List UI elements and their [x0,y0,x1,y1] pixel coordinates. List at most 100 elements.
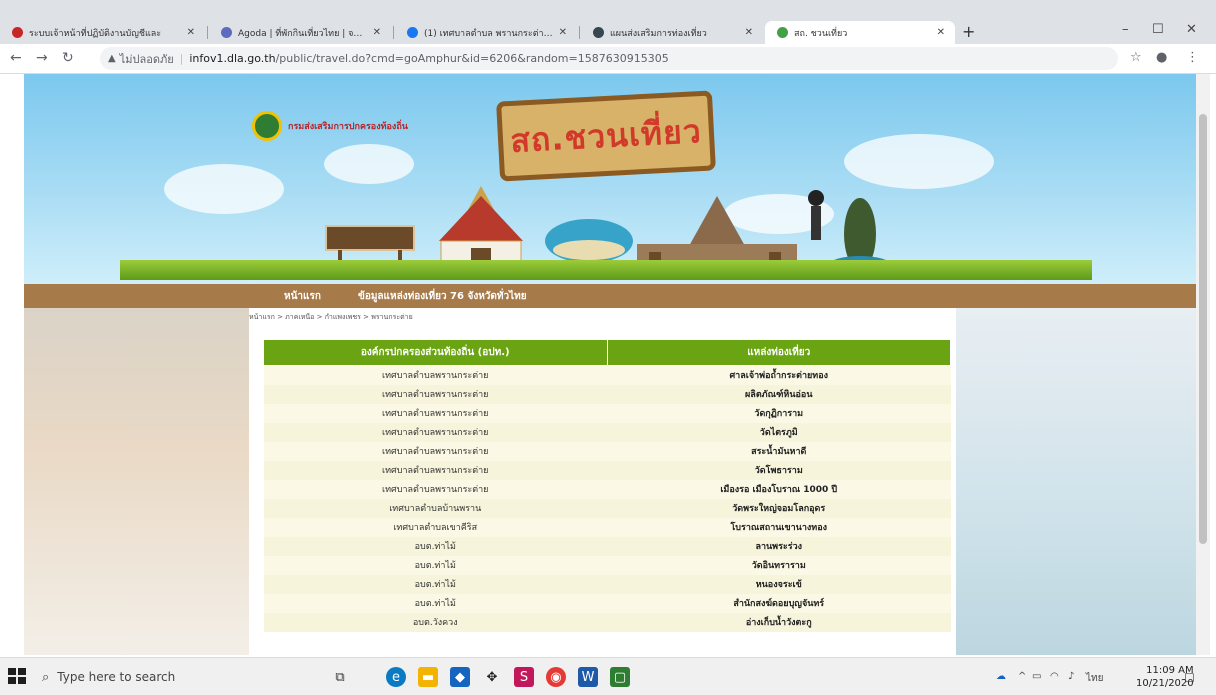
org-cell: เทศบาลตำบลบ้านพราน [263,498,607,518]
attraction-link[interactable]: สระน้ำมันหาดี [607,441,951,461]
content-panel: หน้าแรก > ภาคเหนือ > กำแพงเพชร > พรานกระ… [249,308,956,655]
favicon-icon [12,27,23,38]
logo-text: กรมส่งเสริมการปกครองท้องถิ่น [288,122,408,132]
divider: | [179,52,184,65]
table-row: อบต.ท่าไม้ ลานพระร่วง [263,536,951,556]
windows-start-icon[interactable] [8,668,26,684]
dropbox-icon[interactable]: ✥ [482,667,502,687]
attraction-link[interactable]: วัดอินทราราม [607,555,951,575]
attraction-link[interactable]: วัดโพธาราม [607,460,951,480]
attractions-table: องค์กรปกครองส่วนท้องถิ่น (อปท.) แหล่งท่อ… [263,339,951,632]
tab-label: สถ. ชวนเที่ยว [794,28,848,39]
attraction-link[interactable]: ลานพระร่วง [607,536,951,556]
menu-attractions-link[interactable]: ข้อมูลแหล่งท่องเที่ยว 76 จังหวัดทั่วไทย [358,289,527,304]
task-view-icon[interactable]: ⧉ [330,667,350,687]
screen: ระบบเจ้าหน้าที่ปฏิบัติงานบัญชีและ ✕ Agod… [0,0,1216,695]
column-header-organization: องค์กรปกครองส่วนท้องถิ่น (อปท.) [263,339,608,366]
cloud-decoration [844,134,994,189]
close-tab-icon[interactable]: ✕ [937,27,945,38]
dla-logo[interactable]: กรมส่งเสริมการปกครองท้องถิ่น [252,111,408,141]
cloud-decoration [164,164,284,214]
browser-tab[interactable]: (1) เทศบาลตำบล พรานกระต่าย | Face ✕ [395,21,577,44]
department-seal-icon [252,111,282,141]
word-icon[interactable]: W [578,667,598,687]
onedrive-icon[interactable]: ☁ [996,671,1006,682]
org-cell: เทศบาลตำบลพรานกระต่าย [263,422,607,442]
org-cell: อบต.ท่าไม้ [263,555,607,575]
store-icon[interactable]: ◆ [450,667,470,687]
browser-tab[interactable]: Agoda | ที่พักกินเที่ยวไทย | จองโรงแรม ✕ [209,21,391,44]
org-cell: อบต.ท่าไม้ [263,593,607,613]
search-icon: ⌕ [42,669,50,685]
back-arrow-icon[interactable]: ← [10,50,22,66]
account-icon[interactable]: ● [1156,50,1167,65]
attraction-link[interactable]: อ่างเก็บน้ำวังตะกู [607,612,951,632]
close-tab-icon[interactable]: ✕ [559,27,567,38]
reload-icon[interactable]: ↻ [62,50,74,66]
not-secure-label[interactable]: ไม่ปลอดภัย [120,50,174,68]
show-hidden-icons-icon[interactable]: ^ [1018,671,1026,682]
close-tab-icon[interactable]: ✕ [187,27,195,38]
table-row: อบต.ท่าไม้ วัดอินทราราม [263,555,951,575]
minimize-button[interactable]: – [1122,22,1129,37]
org-cell: เทศบาลตำบลพรานกระต่าย [263,403,607,423]
new-tab-button[interactable]: + [962,22,975,41]
org-cell: เทศบาลตำบลพรานกระต่าย [263,441,607,461]
volume-icon[interactable]: ♪ [1068,671,1074,682]
app-icon[interactable]: S [514,667,534,687]
battery-icon[interactable]: ▭ [1032,671,1041,682]
table-header-row: องค์กรปกครองส่วนท้องถิ่น (อปท.) แหล่งท่อ… [263,339,951,366]
table-row: เทศบาลตำบลพรานกระต่าย วัดโพธาราม [263,460,951,480]
site-title: สถ.ชวนเที่ยว [509,111,703,160]
attraction-link[interactable]: หนองจระเข้ [607,574,951,594]
close-tab-icon[interactable]: ✕ [745,27,753,38]
browser-tab-active[interactable]: สถ. ชวนเที่ยว ✕ [765,21,955,44]
browser-tab[interactable]: แผนส่งเสริมการท่องเที่ยว ✕ [581,21,763,44]
attraction-link[interactable]: วัดกุฏิการาม [607,403,951,423]
tab-separator [393,26,394,39]
notification-icon[interactable]: ☐ [1184,671,1195,685]
file-explorer-icon[interactable]: ▬ [418,667,438,687]
language-indicator[interactable]: ไทย [1086,671,1103,686]
forward-arrow-icon[interactable]: → [36,50,48,66]
favicon-icon [593,27,604,38]
table-row: เทศบาลตำบลพรานกระต่าย วัดไตรภูมิ [263,422,951,442]
favicon-icon [777,27,788,38]
attraction-link[interactable]: วัดไตรภูมิ [607,422,951,442]
org-cell: เทศบาลตำบลพรานกระต่าย [263,384,607,404]
table-row: เทศบาลตำบลพรานกระต่าย วัดกุฏิการาม [263,403,951,423]
menu-home-link[interactable]: หน้าแรก [284,289,321,304]
attraction-link[interactable]: วัดพระใหญ่จอมโลกอุดร [607,498,951,518]
close-tab-icon[interactable]: ✕ [373,27,381,38]
attraction-link[interactable]: ศาลเจ้าพ่อถ้ำกระต่ายทอง [607,365,951,385]
attraction-link[interactable]: ผลิตภัณฑ์หินอ่อน [607,384,951,404]
url-host: infov1.dla.go.th [189,52,276,65]
org-cell: เทศบาลตำบลพรานกระต่าย [263,479,607,499]
chrome-icon[interactable]: ◉ [546,667,566,687]
line-icon[interactable]: ▢ [610,667,630,687]
scrollbar-thumb[interactable] [1199,114,1207,544]
bookmark-star-icon[interactable]: ☆ [1130,50,1142,65]
attraction-link[interactable]: สำนักสงฆ์ดอยบุญจันทร์ [607,593,951,613]
close-window-button[interactable]: ✕ [1186,22,1197,37]
taskbar-search-box[interactable]: ⌕ Type here to search [42,664,302,690]
menu-kebab-icon[interactable]: ⋮ [1186,50,1199,65]
edge-icon[interactable]: e [386,667,406,687]
tab-separator [579,26,580,39]
attraction-link[interactable]: โบราณสถานเขานางทอง [607,517,951,537]
browser-tab[interactable]: ระบบเจ้าหน้าที่ปฏิบัติงานบัญชีและ ✕ [0,21,205,44]
site-title-board: สถ.ชวนเที่ยว [496,90,716,182]
wifi-icon[interactable]: ◠ [1050,671,1059,682]
page-scrollbar[interactable] [1196,74,1210,655]
table-row: อบต.ท่าไม้ หนองจระเข้ [263,574,951,594]
table-row: เทศบาลตำบลพรานกระต่าย ศาลเจ้าพ่อถ้ำกระต่า… [263,365,951,385]
org-cell: อบต.ท่าไม้ [263,536,607,556]
org-cell: เทศบาลตำบลพรานกระต่าย [263,460,607,480]
browser-tab-strip: ระบบเจ้าหน้าที่ปฏิบัติงานบัญชีและ ✕ Agod… [0,0,1216,44]
address-bar[interactable]: ▲ ไม่ปลอดภัย | infov1.dla.go.th /public/… [100,47,1118,70]
windows-taskbar: ⌕ Type here to search ⧉ e ▬ ◆ ✥ S ◉ W ▢ … [0,657,1216,695]
table-row: เทศบาลตำบลพรานกระต่าย เมืองรอ เมืองโบราณ … [263,479,951,499]
restore-button[interactable]: ☐ [1152,22,1164,37]
attraction-link[interactable]: เมืองรอ เมืองโบราณ 1000 ปี [607,479,951,499]
table-row: เทศบาลตำบลเขาคีริส โบราณสถานเขานางทอง [263,517,951,537]
